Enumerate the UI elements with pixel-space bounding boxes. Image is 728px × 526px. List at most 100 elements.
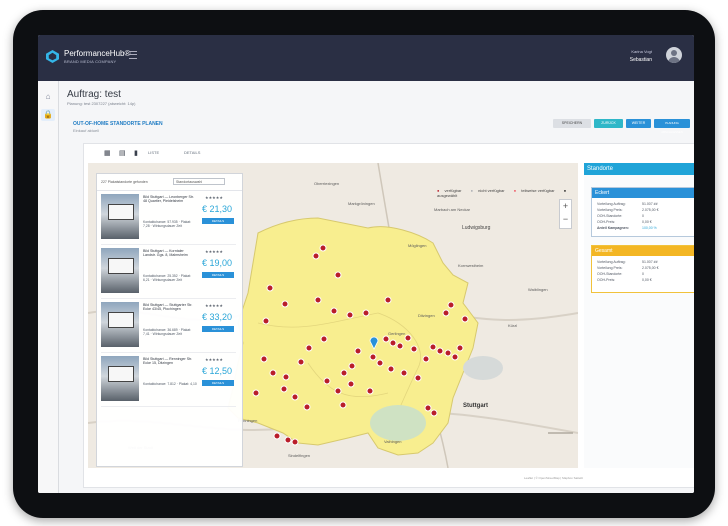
stat-value: 51.007 ##: [642, 202, 658, 206]
rating-stars: ★★★★★: [205, 249, 223, 254]
map-label: Kornwestheim: [458, 263, 484, 268]
location-list[interactable]: 227 Plakatstandorte gefunden Standortaus…: [96, 173, 243, 467]
location-meta: Kontaktchance: 36.689 · Plakat: 7,41 · W…: [143, 328, 192, 336]
location-price: € 33,20: [202, 312, 233, 322]
details-button[interactable]: DETAILS: [202, 272, 234, 278]
location-meta: Kontaktchance: 25.352 · Plakat: 6,21 · W…: [143, 274, 192, 282]
legend-item: ● nicht verfügbar: [470, 188, 505, 193]
page-title: Auftrag: test: [67, 89, 121, 100]
stat-label: OOH-Preis:: [597, 220, 616, 224]
brand-logo-icon: [46, 50, 59, 63]
location-photo: [101, 302, 139, 347]
legend-dot-icon: ●: [513, 188, 517, 193]
list-item[interactable]: Bild Stuttgart — Korntaler Landstr. Ggs.…: [101, 246, 236, 299]
legend-item: ● teilweise verfügbar: [513, 188, 555, 193]
stat-label: Anteil Kampagnen:: [597, 226, 629, 230]
toolbar: ▦ ▤ ▮ LISTE DETAILS: [84, 144, 694, 162]
legend-dot-icon: ●: [563, 188, 567, 193]
save-button[interactable]: SPEICHERN: [553, 119, 591, 128]
list-header: 227 Plakatstandorte gefunden Standortaus…: [97, 174, 242, 191]
user-name[interactable]: Sebastian: [630, 57, 652, 63]
split-view-icon[interactable]: ▮: [134, 149, 138, 157]
sort-select[interactable]: Standortauswahl: [173, 178, 225, 185]
finish-planning-button[interactable]: PLANUNG ABSCHLIESSEN: [654, 119, 690, 134]
section-subtitle: Einkauf aktuell: [73, 128, 100, 133]
details-button[interactable]: DETAILS: [202, 380, 234, 386]
tablet-frame: PerformanceHub® BRAND MEDIA COMPANY Kari…: [13, 10, 715, 518]
stat-label: Vorteilung Auftrag:: [597, 260, 626, 264]
map-label: Marbach am Neckar: [434, 207, 471, 212]
hamburger-menu-icon[interactable]: [129, 51, 137, 59]
list-item[interactable]: Bild Stuttgart — Stuttgarter Str. Ecke 4…: [101, 300, 236, 353]
zoom-out-button[interactable]: −: [560, 213, 571, 226]
brand-subtitle: BRAND MEDIA COMPANY: [64, 59, 117, 64]
left-sidebar: ⌂ 🔒: [38, 81, 59, 493]
box-title[interactable]: Gesamt: [592, 246, 694, 256]
details-button[interactable]: DETAILS: [202, 218, 234, 224]
location-meta: Kontaktchance: 57.935 · Plakat: 7,28 · W…: [143, 220, 192, 228]
location-name: Bild Stuttgart — Leonberger Str. 48 Quar…: [143, 195, 194, 203]
location-price: € 19,00: [202, 258, 233, 268]
location-photo: [101, 356, 139, 401]
brand-name: PerformanceHub®: [64, 49, 131, 58]
list-item[interactable]: Bild Stuttgart — Renninger Str. Ecke 15,…: [101, 354, 236, 407]
stat-label: Vorteilung Preis:: [597, 266, 623, 270]
map-label: Sindelfingen: [288, 453, 311, 458]
list-tab[interactable]: LISTE: [148, 150, 159, 155]
stat-label: OOH-Standorte:: [597, 272, 623, 276]
location-price: € 21,30: [202, 204, 233, 214]
avatar[interactable]: [666, 47, 682, 63]
locations-panel: Standorte Eckert Vorteilung Auftrag: 51.0…: [584, 163, 694, 468]
box-title[interactable]: Eckert: [592, 188, 694, 198]
map-view[interactable]: Oberriexingen Marbach am Neckar Ludwigsb…: [88, 163, 578, 468]
stat-value: 0,00 €: [642, 220, 652, 224]
map-label: Gerlingen: [388, 331, 406, 336]
map-label: Ditzingen: [418, 313, 435, 318]
map-view-icon[interactable]: ▦: [104, 149, 111, 157]
selection-box-gesamt: Gesamt Vorteilung Auftrag: 51.007 ## Vort…: [591, 245, 694, 293]
location-name: Bild Stuttgart — Stuttgarter Str. Ecke 4…: [143, 303, 193, 311]
selection-box-eckert: Eckert Vorteilung Auftrag: 51.007 ## Vort…: [591, 187, 694, 237]
location-meta: Kontaktchance: 7.812 · Plakat: 4,10: [143, 382, 197, 386]
stat-value: 100,00 %: [642, 226, 657, 230]
map-attribution[interactable]: Leaflet | © OpenStreetMap | Mapbox Satte…: [524, 476, 583, 480]
location-photo: [101, 248, 139, 293]
map-label: Waiblingen: [528, 287, 548, 292]
details-button[interactable]: DETAILS: [202, 326, 234, 332]
home-icon[interactable]: ⌂: [41, 91, 55, 103]
map-legend: ● verfügbar ● nicht verfügbar ● teilweis…: [437, 188, 577, 198]
back-button[interactable]: ZURÜCK: [594, 119, 623, 128]
top-navigation-bar: PerformanceHub® BRAND MEDIA COMPANY Kari…: [38, 35, 694, 81]
map-label: Kürzl: [508, 323, 518, 328]
user-label: Karina Vogt: [631, 49, 652, 54]
stat-label: OOH-Preis:: [597, 278, 616, 282]
stat-value: 2.075,00 €: [642, 266, 659, 270]
locations-panel-title: Standorte: [584, 163, 694, 175]
planning-panel: ▦ ▤ ▮ LISTE DETAILS Oberriexingen Marbac…: [83, 143, 694, 488]
legend-dot-icon: ●: [470, 188, 473, 193]
stat-value: 51.007 ##: [642, 260, 658, 264]
location-price: € 12,50: [202, 366, 233, 376]
app-screen: PerformanceHub® BRAND MEDIA COMPANY Kari…: [38, 35, 694, 493]
location-photo: [101, 194, 139, 239]
lock-icon[interactable]: 🔒: [41, 109, 55, 121]
list-item[interactable]: Bild Stuttgart — Leonberger Str. 48 Quar…: [101, 192, 236, 245]
result-count: 227 Plakatstandorte gefunden: [101, 180, 148, 184]
stat-label: Vorteilung Preis:: [597, 208, 623, 212]
zoom-in-button[interactable]: +: [560, 200, 571, 213]
map-label: Markgröningen: [348, 201, 375, 206]
location-name: Bild Stuttgart — Renninger Str. Ecke 15,…: [143, 357, 193, 365]
zoom-controls: + −: [559, 199, 572, 229]
stat-value: 0,00 €: [642, 278, 652, 282]
details-tab[interactable]: DETAILS: [184, 150, 200, 155]
stat-value: 0: [642, 272, 644, 276]
list-view-icon[interactable]: ▤: [119, 149, 126, 157]
stat-label: OOH-Standorte:: [597, 214, 623, 218]
rating-stars: ★★★★★: [205, 303, 223, 308]
next-button[interactable]: WEITER: [626, 119, 651, 128]
page-subtitle: Planung: test 2307227 (abweicht: 14p): [67, 101, 136, 106]
stat-value: 2.075,00 €: [642, 208, 659, 212]
map-label: Stuttgart: [463, 403, 488, 409]
stat-value: 0: [642, 214, 644, 218]
rating-stars: ★★★★★: [205, 357, 223, 362]
